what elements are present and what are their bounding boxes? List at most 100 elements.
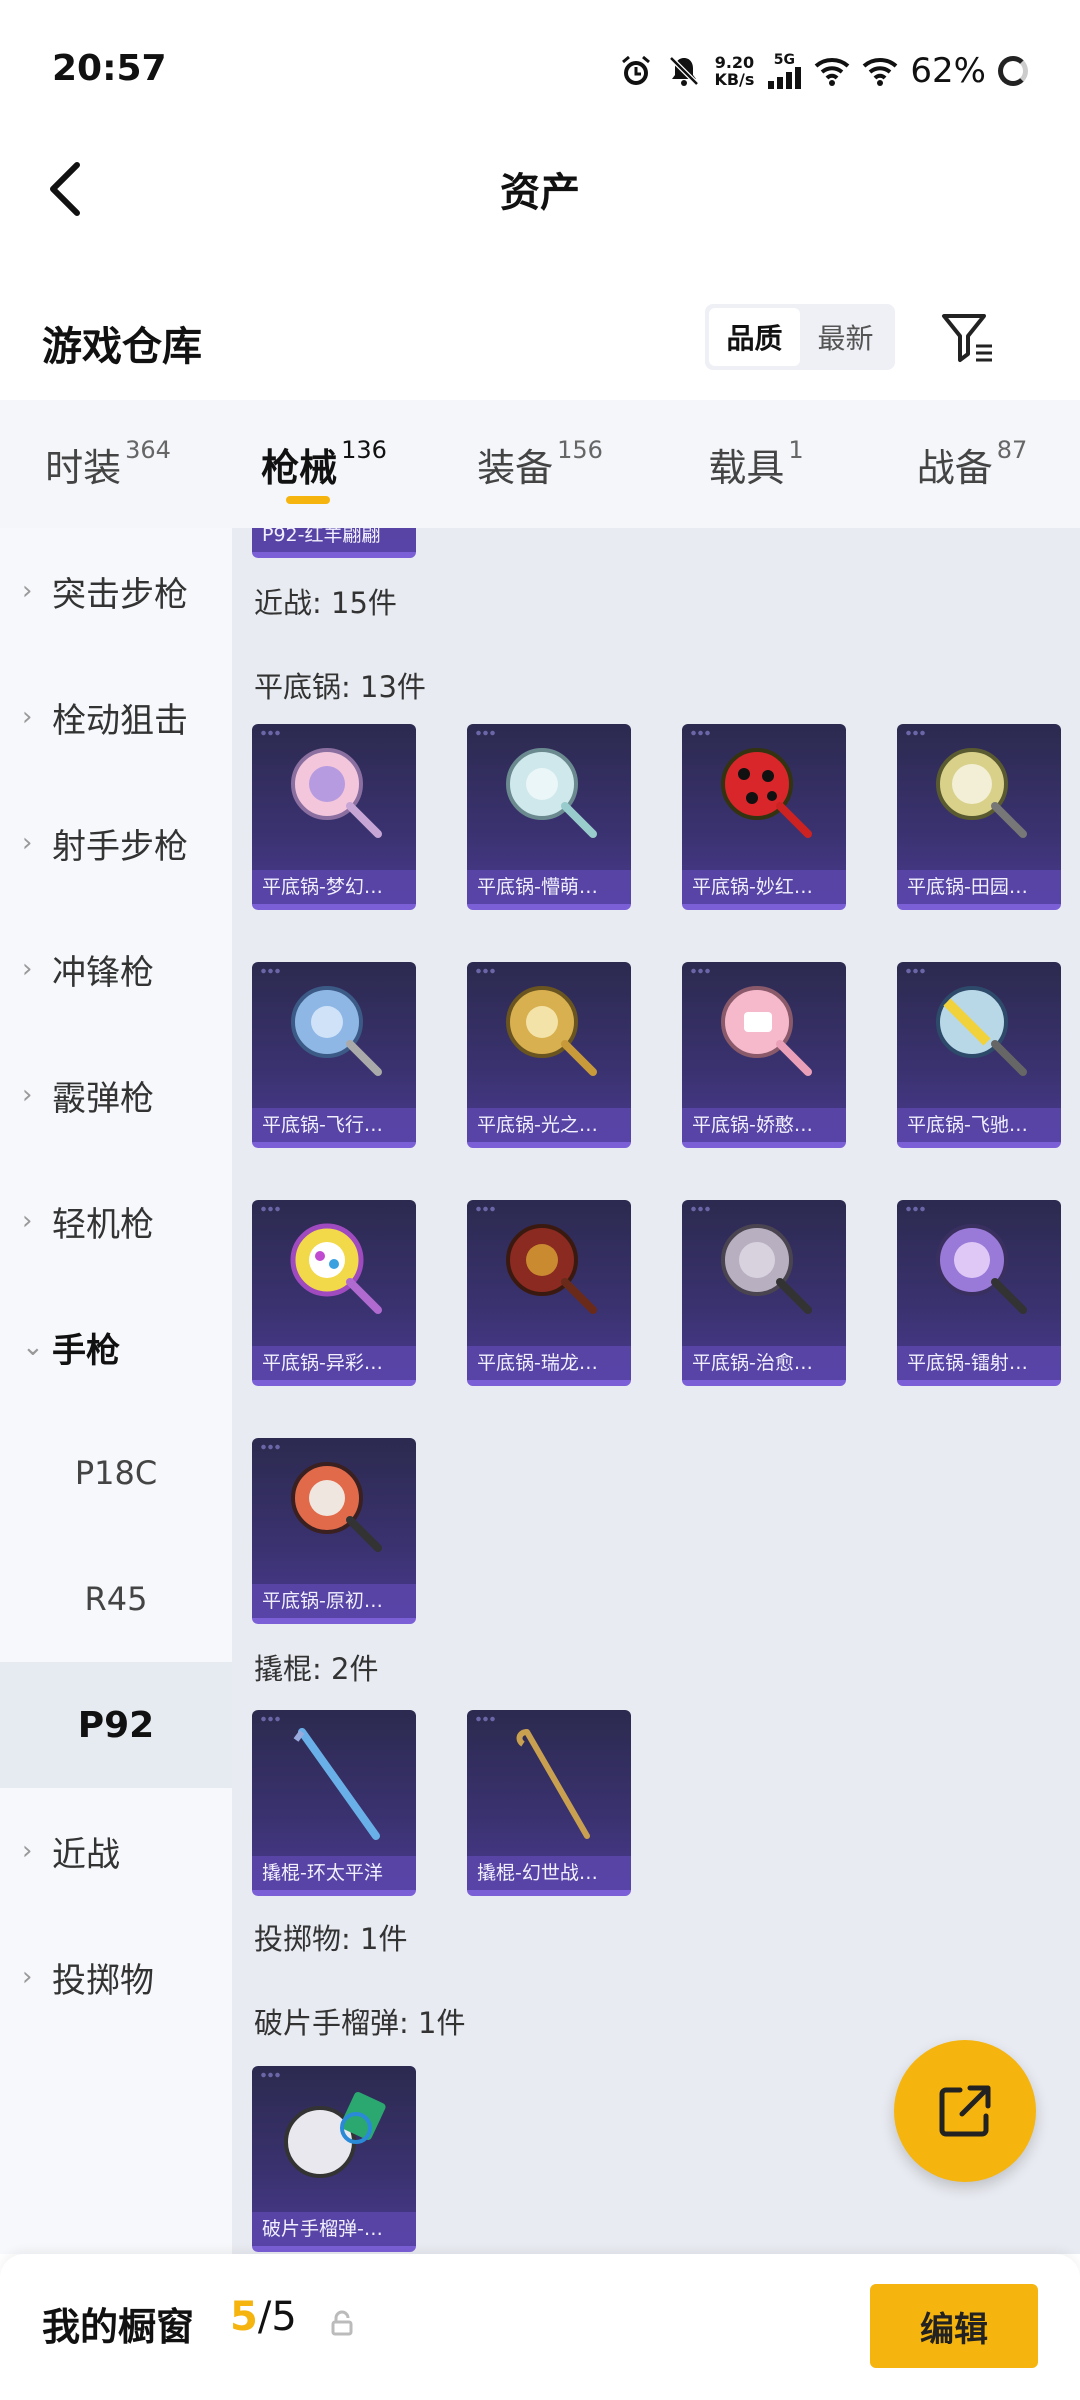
page-title: 资产 xyxy=(500,170,580,216)
pan-image xyxy=(506,986,597,1076)
item-caption: 平底锅-原初… xyxy=(252,1584,416,1618)
item-card[interactable]: 平底锅-治愈… xyxy=(682,1200,846,1386)
chevron-right-icon: › xyxy=(22,576,33,606)
item-card[interactable]: 平底锅-懵萌… xyxy=(467,724,631,910)
tab-equipment[interactable]: 装备 156 xyxy=(432,400,648,528)
edit-button[interactable]: 编辑 xyxy=(870,2284,1038,2368)
showcase-total: /5 xyxy=(257,2294,297,2340)
chevron-down-icon: ⌄ xyxy=(22,1332,44,1362)
sidebar-item-pistol[interactable]: ⌄ 手枪 xyxy=(0,1284,232,1410)
sidebar-subitem-p92[interactable]: P92 xyxy=(0,1662,232,1788)
sidebar-item-melee[interactable]: › 近战 xyxy=(0,1788,232,1914)
filter-button[interactable] xyxy=(938,308,998,368)
item-card[interactable]: 平底锅-梦幻… xyxy=(252,724,416,910)
net-speed-value: 9.20 xyxy=(714,53,755,72)
sidebar-item-bolt-sniper[interactable]: › 栓动狙击 xyxy=(0,654,232,780)
crowbar-image xyxy=(516,1729,590,1839)
wifi-icon xyxy=(815,58,850,86)
item-card[interactable]: 撬棍-环太平洋 xyxy=(252,1710,416,1896)
tab-vehicles[interactable]: 载具 1 xyxy=(648,400,864,528)
sidebar-item-label: 近战 xyxy=(52,1834,120,1875)
item-card[interactable]: 平底锅-娇憨… xyxy=(682,962,846,1148)
sidebar-item-smg[interactable]: › 冲锋枪 xyxy=(0,906,232,1032)
showcase-used: 5 xyxy=(230,2294,258,2340)
sidebar-item-label: 轻机枪 xyxy=(52,1204,154,1245)
item-card[interactable]: 破片手榴弹-… xyxy=(252,2066,416,2252)
external-link-icon xyxy=(939,2085,991,2137)
filter-icon xyxy=(942,314,992,362)
item-caption: 平底锅-懵萌… xyxy=(467,870,631,904)
item-caption: 平底锅-异彩… xyxy=(252,1346,416,1380)
item-card[interactable]: 平底锅-妙红… xyxy=(682,724,846,910)
sidebar-item-label: 手枪 xyxy=(52,1330,120,1371)
item-caption: 平底锅-田园… xyxy=(897,870,1061,904)
section-title: 游戏仓库 xyxy=(42,324,202,370)
sidebar-item-label: 突击步枪 xyxy=(52,574,188,615)
tab-count: 156 xyxy=(557,436,603,464)
alarm-icon xyxy=(622,55,651,85)
tab-label: 装备 xyxy=(477,445,554,490)
item-card-partial[interactable]: P92-红羊翩翩 xyxy=(252,528,416,558)
sort-toggle: 品质 最新 xyxy=(705,304,895,370)
item-caption: 平底锅-梦幻… xyxy=(252,870,416,904)
sidebar-item-throwable[interactable]: › 投掷物 xyxy=(0,1914,232,2040)
item-card[interactable]: 撬棍-幻世战… xyxy=(467,1710,631,1896)
warehouse-section-header: 游戏仓库 品质 最新 xyxy=(0,290,1080,400)
tab-label: 枪械 xyxy=(261,445,338,490)
sort-newest-option[interactable]: 最新 xyxy=(800,308,891,366)
chevron-right-icon: › xyxy=(22,702,33,732)
battery-percent: 62% xyxy=(910,51,986,91)
wifi-icon-2 xyxy=(863,58,898,86)
item-grid-area: P92-红羊翩翩 近战: 15件 平底锅: 13件 平底锅-梦幻… 平底锅-懵萌… xyxy=(232,528,1080,2254)
item-caption: P92-红羊翩翩 xyxy=(252,528,416,552)
item-card[interactable]: 平底锅-异彩… xyxy=(252,1200,416,1386)
grenade-image xyxy=(284,2092,386,2178)
crowbar-image xyxy=(293,1728,380,1840)
category-tabs: 时装 364 枪械 136 装备 156 载具 1 战备 87 xyxy=(0,400,1080,528)
sidebar-subitem-r45[interactable]: R45 xyxy=(0,1536,232,1662)
item-card[interactable]: 平底锅-镭射… xyxy=(897,1200,1061,1386)
group-label-throwable: 投掷物: 1件 xyxy=(254,1922,408,1956)
sort-quality-option[interactable]: 品质 xyxy=(709,308,800,366)
network-type: 5G xyxy=(773,52,796,68)
item-card[interactable]: 平底锅-原初… xyxy=(252,1438,416,1624)
sidebar-item-lmg[interactable]: › 轻机枪 xyxy=(0,1158,232,1284)
group-label-crowbar: 撬棍: 2件 xyxy=(254,1652,379,1686)
item-card[interactable]: 平底锅-田园… xyxy=(897,724,1061,910)
sidebar-item-shotgun[interactable]: › 霰弹枪 xyxy=(0,1032,232,1158)
share-fab[interactable] xyxy=(894,2040,1036,2182)
showcase-bar: 我的橱窗 5/5 编辑 xyxy=(0,2254,1080,2400)
sidebar-subitem-p18c[interactable]: P18C xyxy=(0,1410,232,1536)
group-label-melee: 近战: 15件 xyxy=(254,586,397,620)
net-speed: 9.20 KB/s xyxy=(714,54,754,88)
top-app-bar: 资产 xyxy=(0,140,1080,240)
pan-image xyxy=(291,986,382,1076)
signal-icon xyxy=(768,67,802,89)
sidebar-item-marksman-rifle[interactable]: › 射手步枪 xyxy=(0,780,232,906)
sidebar-item-assault-rifle[interactable]: › 突击步枪 xyxy=(0,528,232,654)
item-card[interactable]: 平底锅-瑞龙… xyxy=(467,1200,631,1386)
pan-image xyxy=(506,1224,597,1314)
item-caption: 平底锅-光之… xyxy=(467,1108,631,1142)
item-card[interactable]: 平底锅-光之… xyxy=(467,962,631,1148)
sidebar-item-label: 冲锋枪 xyxy=(52,952,154,993)
item-caption: 平底锅-治愈… xyxy=(682,1346,846,1380)
lock-icon xyxy=(331,2310,353,2336)
pan-image xyxy=(936,986,1027,1076)
signal-indicator: 5G xyxy=(766,53,802,89)
tab-label: 时装 xyxy=(45,445,122,490)
tab-fashion[interactable]: 时装 364 xyxy=(0,400,216,528)
showcase-count: 5/5 xyxy=(230,2294,297,2340)
item-caption: 平底锅-妙红… xyxy=(682,870,846,904)
item-caption: 破片手榴弹-… xyxy=(252,2212,416,2246)
pan-image xyxy=(291,1462,382,1552)
item-card[interactable]: 平底锅-飞行… xyxy=(252,962,416,1148)
sidebar-item-label: 投掷物 xyxy=(52,1960,154,2001)
item-caption: 平底锅-飞驰… xyxy=(897,1108,1061,1142)
weapon-type-sidebar: › 突击步枪 › 栓动狙击 › 射手步枪 › 冲锋枪 › 霰弹枪 › 轻机枪 ⌄ 手枪 P18… xyxy=(0,528,232,2254)
item-card[interactable]: 平底锅-飞驰… xyxy=(897,962,1061,1148)
tab-count: 87 xyxy=(996,436,1028,464)
tab-weapons[interactable]: 枪械 136 xyxy=(216,400,432,528)
mute-icon xyxy=(669,56,700,86)
tab-supplies[interactable]: 战备 87 xyxy=(864,400,1080,528)
